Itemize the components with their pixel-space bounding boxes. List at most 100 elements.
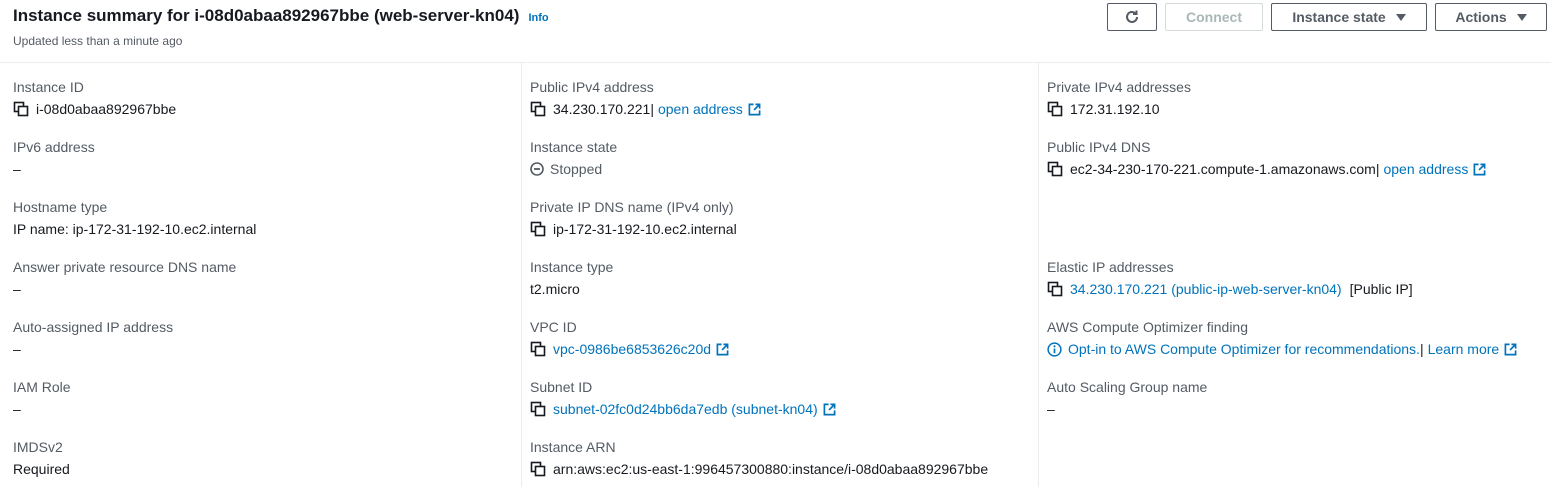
- separator: |: [650, 101, 654, 117]
- field-label: Private IPv4 addresses: [1047, 79, 1191, 95]
- field-value: 172.31.192.10: [1047, 100, 1160, 118]
- field-label: Instance ARN: [530, 439, 616, 455]
- external-link-icon[interactable]: [716, 343, 729, 356]
- field-auto-ip: Auto-assigned IP address –: [13, 318, 174, 357]
- hostname-type-value: IP name: ip-172-31-192-10.ec2.internal: [13, 221, 257, 237]
- external-link-icon[interactable]: [823, 403, 836, 416]
- copy-icon[interactable]: [1047, 101, 1063, 117]
- info-link[interactable]: Info: [528, 12, 548, 24]
- field-public-dns: Public IPv4 DNS ec2-34-230-170-221.compu…: [1047, 138, 1151, 177]
- actions-label: Actions: [1455, 9, 1507, 25]
- field-imdsv2: IMDSv2 Required: [13, 438, 70, 477]
- field-label: Instance ID: [13, 79, 84, 95]
- field-instance-type: Instance type t2.micro: [530, 258, 613, 297]
- field-label: Public IPv4 DNS: [1047, 139, 1151, 155]
- field-ipv6: IPv6 address –: [13, 138, 95, 177]
- updated-text: Updated less than a minute ago: [13, 34, 183, 48]
- private-ipv4-value: 172.31.192.10: [1070, 101, 1160, 117]
- copy-icon[interactable]: [530, 461, 546, 477]
- copy-icon[interactable]: [530, 341, 546, 357]
- details-column-3: Private IPv4 addresses 172.31.192.10 Pub…: [1038, 62, 1551, 487]
- field-value: arn:aws:ec2:us-east-1:996457300880:insta…: [530, 460, 988, 478]
- field-label: IPv6 address: [13, 139, 95, 155]
- field-label: IMDSv2: [13, 439, 63, 455]
- stopped-icon: [530, 162, 544, 176]
- field-label: Elastic IP addresses: [1047, 259, 1174, 275]
- external-link-icon[interactable]: [1504, 343, 1517, 356]
- field-value: subnet-02fc0d24bb6da7edb (subnet-kn04): [530, 400, 836, 418]
- field-value: 34.230.170.221 (public-ip-web-server-kn0…: [1047, 280, 1413, 298]
- field-label: Instance state: [530, 139, 618, 155]
- field-value: 34.230.170.221 | open address: [530, 100, 761, 118]
- field-label: Subnet ID: [530, 379, 593, 395]
- instance-state-button[interactable]: Instance state: [1271, 3, 1427, 31]
- instance-state-value: Stopped: [550, 161, 603, 177]
- title-row: Instance summary for i-08d0abaa892967bbe…: [13, 6, 549, 26]
- private-dns-value: ip-172-31-192-10.ec2.internal: [553, 221, 737, 237]
- external-link-icon[interactable]: [1473, 163, 1486, 176]
- field-label: Answer private resource DNS name: [13, 259, 237, 275]
- instance-state-label: Instance state: [1292, 9, 1386, 25]
- details-column-2: Public IPv4 address 34.230.170.221 | ope…: [521, 62, 1038, 487]
- copy-icon[interactable]: [13, 101, 29, 117]
- info-circle-icon: [1047, 341, 1062, 357]
- field-vpc-id: VPC ID vpc-0986be6853626c20d: [530, 318, 577, 357]
- separator: |: [1375, 161, 1380, 177]
- field-private-ipv4: Private IPv4 addresses 172.31.192.10: [1047, 78, 1191, 117]
- copy-icon[interactable]: [530, 401, 546, 417]
- copy-icon[interactable]: [1047, 281, 1063, 297]
- open-address-link[interactable]: open address: [658, 100, 743, 118]
- field-value: vpc-0986be6853626c20d: [530, 340, 729, 358]
- field-elastic-ip: Elastic IP addresses 34.230.170.221 (pub…: [1047, 258, 1413, 297]
- copy-icon[interactable]: [1047, 161, 1063, 177]
- caret-down-icon: [1516, 13, 1527, 21]
- connect-label: Connect: [1186, 9, 1242, 25]
- field-value: ip-172-31-192-10.ec2.internal: [530, 220, 737, 238]
- page-title: Instance summary for i-08d0abaa892967bbe…: [13, 6, 520, 25]
- copy-icon[interactable]: [530, 221, 546, 237]
- field-answer-dns: Answer private resource DNS name –: [13, 258, 237, 297]
- field-label: Auto-assigned IP address: [13, 319, 174, 335]
- field-private-dns: Private IP DNS name (IPv4 only) ip-172-3…: [530, 198, 737, 237]
- caret-down-icon: [1395, 13, 1406, 21]
- field-instance-state: Instance state Stopped: [530, 138, 618, 177]
- copy-icon[interactable]: [530, 101, 546, 117]
- field-hostname-type: Hostname type IP name: ip-172-31-192-10.…: [13, 198, 256, 237]
- actions-button[interactable]: Actions: [1435, 3, 1547, 31]
- ipv6-value: –: [13, 161, 21, 177]
- separator: |: [1419, 341, 1424, 357]
- refresh-button[interactable]: [1107, 3, 1157, 31]
- field-value: i-08d0abaa892967bbe: [13, 100, 176, 118]
- public-dns-value: ec2-34-230-170-221.compute-1.amazonaws.c…: [1070, 161, 1376, 177]
- optimizer-opt-in-link[interactable]: Opt-in to AWS Compute Optimizer for reco…: [1068, 340, 1420, 358]
- open-address-link[interactable]: open address: [1383, 160, 1468, 178]
- field-label: AWS Compute Optimizer finding: [1047, 319, 1248, 335]
- vpc-id-link[interactable]: vpc-0986be6853626c20d: [553, 340, 711, 358]
- answer-dns-value: –: [13, 281, 21, 297]
- field-label: IAM Role: [13, 379, 71, 395]
- connect-button[interactable]: Connect: [1165, 3, 1263, 31]
- field-instance-id: Instance ID i-08d0abaa892967bbe: [13, 78, 176, 117]
- iam-role-value: –: [13, 401, 21, 417]
- field-label: Public IPv4 address: [530, 79, 654, 95]
- asg-name-value: –: [1047, 401, 1055, 417]
- imdsv2-value: Required: [13, 461, 70, 477]
- field-label: Private IP DNS name (IPv4 only): [530, 199, 734, 215]
- subnet-id-link[interactable]: subnet-02fc0d24bb6da7edb (subnet-kn04): [553, 400, 818, 418]
- external-link-icon[interactable]: [748, 103, 761, 116]
- instance-summary-header: Instance summary for i-08d0abaa892967bbe…: [0, 0, 1551, 63]
- field-value: Stopped: [530, 160, 602, 178]
- field-asg-name: Auto Scaling Group name –: [1047, 378, 1208, 417]
- field-value: Opt-in to AWS Compute Optimizer for reco…: [1047, 340, 1517, 358]
- refresh-icon: [1126, 10, 1138, 23]
- field-label: VPC ID: [530, 319, 577, 335]
- field-label: Auto Scaling Group name: [1047, 379, 1208, 395]
- instance-id-value: i-08d0abaa892967bbe: [36, 101, 177, 117]
- field-label: Hostname type: [13, 199, 108, 215]
- auto-ip-value: –: [13, 341, 21, 357]
- public-ip-tag: [Public IP]: [1349, 281, 1413, 297]
- learn-more-link[interactable]: Learn more: [1428, 340, 1500, 358]
- elastic-ip-link[interactable]: 34.230.170.221 (public-ip-web-server-kn0…: [1070, 280, 1342, 298]
- field-value: ec2-34-230-170-221.compute-1.amazonaws.c…: [1047, 160, 1486, 178]
- field-iam-role: IAM Role –: [13, 378, 71, 417]
